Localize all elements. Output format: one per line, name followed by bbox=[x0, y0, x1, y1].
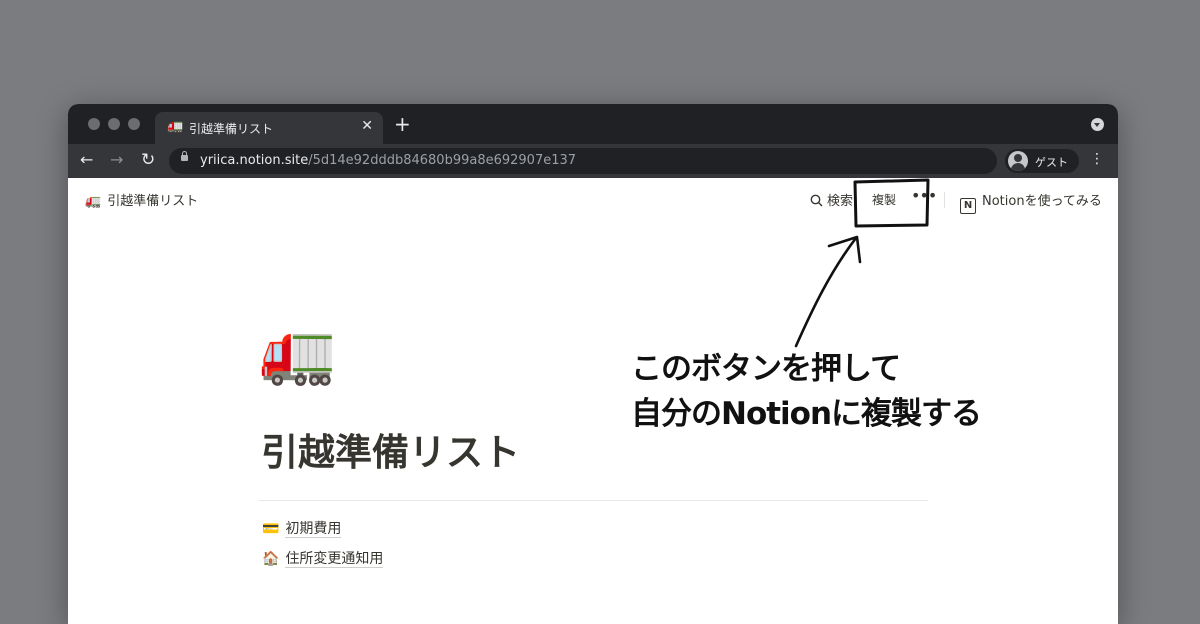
house-icon: 🏠 bbox=[262, 551, 280, 567]
close-window-button[interactable] bbox=[88, 118, 100, 130]
browser-toolbar: ← → ↻ yriica.notion.site/5d14e92dddb8468… bbox=[68, 144, 1118, 178]
lock-icon bbox=[181, 151, 188, 161]
search-label: 検索 bbox=[827, 194, 854, 209]
breadcrumb-title: 引越準備リスト bbox=[107, 194, 199, 209]
try-notion-button[interactable]: N Notionを使ってみる bbox=[960, 190, 1102, 214]
tab-close-icon[interactable]: ✕ bbox=[361, 118, 373, 134]
profile-button[interactable]: ゲスト bbox=[1005, 149, 1079, 173]
forward-arrow-icon[interactable]: → bbox=[110, 150, 123, 170]
new-tab-button[interactable]: + bbox=[394, 112, 411, 136]
page-title: 引越準備リスト bbox=[261, 431, 520, 474]
duplicate-button[interactable]: 複製 bbox=[872, 191, 896, 208]
notion-topbar: 🚛 引越準備リスト 検索 複製 ••• N Notionを使ってみる bbox=[68, 178, 1118, 222]
subpage-label: 住所変更通知用 bbox=[285, 551, 384, 568]
zoom-window-button[interactable] bbox=[128, 118, 140, 130]
try-notion-label: Notionを使ってみる bbox=[982, 194, 1102, 209]
reload-icon[interactable]: ↻ bbox=[141, 150, 155, 170]
subpage-link[interactable]: 🏠 住所変更通知用 bbox=[262, 548, 384, 568]
guest-avatar-icon bbox=[1008, 151, 1028, 171]
tab-title: 引越準備リスト bbox=[189, 122, 274, 136]
browser-tab[interactable]: 🚛 引越準備リスト ✕ bbox=[155, 112, 383, 144]
topbar-divider bbox=[944, 192, 945, 208]
profile-label: ゲスト bbox=[1035, 156, 1068, 169]
annotation-text: このボタンを押して 自分のNotionに複製する bbox=[631, 347, 982, 437]
search-button[interactable]: 検索 bbox=[810, 190, 853, 209]
minimize-window-button[interactable] bbox=[108, 118, 120, 130]
browser-menu-icon[interactable]: ⋮ bbox=[1090, 152, 1104, 166]
subpage-link[interactable]: 💳 初期費用 bbox=[262, 518, 342, 538]
annotation-line: このボタンを押して bbox=[631, 351, 901, 387]
address-bar[interactable]: yriica.notion.site/5d14e92dddb84680b99a8… bbox=[169, 148, 997, 174]
tab-search-icon[interactable] bbox=[1091, 118, 1104, 131]
credit-card-icon: 💳 bbox=[262, 521, 280, 537]
tab-favicon-icon: 🚛 bbox=[167, 119, 184, 134]
search-icon bbox=[810, 194, 823, 207]
page-icon[interactable]: 🚛 bbox=[259, 316, 336, 388]
notion-logo-icon: N bbox=[960, 198, 976, 214]
breadcrumb[interactable]: 🚛 引越準備リスト bbox=[85, 190, 198, 209]
tab-strip: 🚛 引越準備リスト ✕ + bbox=[68, 104, 1118, 144]
url-text[interactable]: yriica.notion.site/5d14e92dddb84680b99a8… bbox=[200, 153, 576, 168]
truck-icon: 🚛 bbox=[85, 194, 102, 209]
annotation-line: 自分のNotionに複製する bbox=[631, 396, 982, 432]
more-options-button[interactable]: ••• bbox=[911, 186, 937, 205]
back-arrow-icon[interactable]: ← bbox=[80, 150, 93, 170]
divider bbox=[258, 500, 928, 501]
subpage-label: 初期費用 bbox=[285, 521, 342, 538]
